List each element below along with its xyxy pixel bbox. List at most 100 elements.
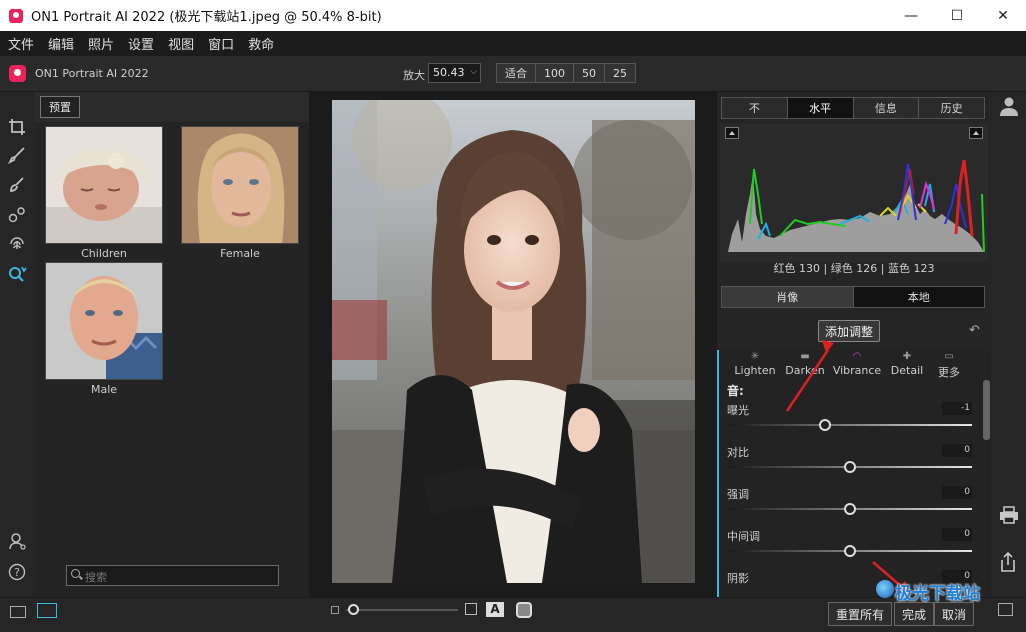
add-adjustment-button[interactable]: 添加调整 <box>818 320 881 342</box>
preset-thumbnail <box>181 126 299 244</box>
watermark-logo-icon <box>876 580 894 598</box>
slider-value[interactable]: -1 <box>942 402 972 415</box>
slider-handle[interactable] <box>843 461 856 473</box>
reset-all-button[interactable]: 重置所有 <box>828 602 893 626</box>
close-button[interactable]: ✕ <box>980 0 1026 31</box>
quick-more-button[interactable]: ▭ 更多 <box>919 352 979 380</box>
slider-highlights[interactable]: 强调 0 <box>727 486 972 526</box>
menu-file[interactable]: 文件 <box>8 34 34 53</box>
slider-exposure[interactable]: 曝光 -1 <box>727 402 972 442</box>
zoom-value: 50.43 <box>433 66 465 79</box>
quick-label: Darken <box>785 364 825 377</box>
slider-handle[interactable] <box>843 545 856 557</box>
crop-icon[interactable] <box>8 118 26 136</box>
section-label-tone: 音: <box>727 384 744 398</box>
menu-edit[interactable]: 编辑 <box>48 34 74 53</box>
tab-local[interactable]: 本地 <box>853 287 984 307</box>
quick-darken-button[interactable]: ▬ Darken <box>775 351 835 378</box>
preset-caption: Female <box>220 247 260 260</box>
slider-value[interactable]: 0 <box>942 444 972 457</box>
compare-icon[interactable]: A <box>486 602 504 617</box>
cancel-button[interactable]: 取消 <box>934 602 975 626</box>
preset-card-children[interactable]: Children <box>45 126 163 260</box>
portrait-module-icon[interactable] <box>999 96 1019 121</box>
presets-tab[interactable]: 预置 <box>40 96 80 118</box>
toggle-right-panel-icon[interactable] <box>998 603 1013 616</box>
bottom-bar: A 重置所有 完成 取消 <box>0 597 1026 632</box>
circles-icon[interactable] <box>8 206 26 224</box>
toggle-left-panel-icon[interactable] <box>10 606 26 618</box>
slider-value[interactable]: 0 <box>942 486 972 499</box>
preset-caption: Children <box>81 247 127 260</box>
zoom-fit-button[interactable]: 适合 <box>496 63 536 83</box>
zoom-label: 放大 <box>403 69 425 82</box>
zoom-100-button[interactable]: 100 <box>535 63 574 83</box>
quick-label: Vibrance <box>832 364 882 377</box>
tool-strip: ? <box>0 92 34 597</box>
zoom-50-button[interactable]: 50 <box>573 63 605 83</box>
slider-label: 曝光 <box>727 404 749 417</box>
panel-tabs: 不 水平 信息 历史 <box>721 97 985 119</box>
search-icon <box>71 569 80 578</box>
zoom-select[interactable]: 50.43 ⌵ <box>428 63 481 83</box>
tab-portrait[interactable]: 肖像 <box>722 287 854 307</box>
darken-icon: ▬ <box>800 351 810 362</box>
zoom-25-button[interactable]: 25 <box>604 63 636 83</box>
preset-card-male[interactable]: Male <box>45 262 163 396</box>
preset-search-input[interactable]: 搜索 <box>66 565 279 586</box>
search-placeholder: 搜索 <box>85 571 107 584</box>
tab-levels[interactable]: 水平 <box>787 98 854 118</box>
preset-caption: Male <box>90 383 118 396</box>
right-panel: 不 水平 信息 历史 红色 130 | 绿色 126 | 蓝色 123 肖像 本… <box>717 92 991 597</box>
panel-scrollbar[interactable] <box>983 380 990 440</box>
slider-handle[interactable] <box>819 419 831 431</box>
menu-settings[interactable]: 设置 <box>128 34 154 53</box>
slider-track[interactable] <box>727 424 972 426</box>
tab-history[interactable]: 历史 <box>919 98 984 118</box>
tab-info[interactable]: 信息 <box>853 98 920 118</box>
retouch-brush-icon[interactable] <box>8 176 26 194</box>
presets-panel: 预置 Children Female Male 搜索 <box>34 92 309 597</box>
slider-label: 对比 <box>727 446 749 459</box>
share-export-icon[interactable] <box>999 551 1017 577</box>
quick-label: 更多 <box>938 366 960 379</box>
tab-navigator[interactable]: 不 <box>722 98 788 118</box>
menu-help[interactable]: 救命 <box>248 34 274 53</box>
slider-label: 强调 <box>727 488 749 501</box>
quick-label: Lighten <box>734 364 776 377</box>
rgb-readout: 红色 130 | 绿色 126 | 蓝色 123 <box>773 262 935 275</box>
brush-icon[interactable] <box>7 146 26 165</box>
minimize-button[interactable]: — <box>888 0 934 31</box>
app-window: ON1 Portrait AI 2022 (极光下载站1.jpeg @ 50.4… <box>0 0 1026 632</box>
presets-header: 预置 <box>34 92 309 122</box>
menu-window[interactable]: 窗口 <box>208 34 234 53</box>
size-slider-track[interactable] <box>346 609 458 611</box>
slider-label: 阴影 <box>727 572 749 585</box>
slider-midtones[interactable]: 中间调 0 <box>727 528 972 568</box>
maximize-button[interactable]: ☐ <box>934 0 980 31</box>
toggle-presets-panel-icon[interactable] <box>37 603 57 618</box>
print-icon[interactable] <box>999 506 1019 529</box>
preset-card-female[interactable]: Female <box>181 126 299 260</box>
preset-thumbnail <box>45 126 163 244</box>
reset-icon[interactable]: ↶ <box>969 323 980 338</box>
menu-photo[interactable]: 照片 <box>88 34 114 53</box>
module-strip <box>991 92 1026 597</box>
preview-toggle-icon[interactable] <box>516 602 532 618</box>
image-canvas[interactable] <box>309 92 717 597</box>
thumbnail-small-icon[interactable] <box>331 606 339 614</box>
window-title: ON1 Portrait AI 2022 (极光下载站1.jpeg @ 50.4… <box>31 10 382 25</box>
svg-text:?: ? <box>14 566 20 579</box>
size-slider-handle[interactable] <box>348 604 359 615</box>
face-search-icon[interactable] <box>8 265 27 283</box>
adjustments-panel: ✳ Lighten ▬ Darken ◠ Vibrance ✚ Detail ▭ 更多 音… <box>717 350 991 597</box>
fingerprint-icon[interactable] <box>8 234 26 252</box>
person-outline-icon[interactable] <box>8 532 26 550</box>
done-button[interactable]: 完成 <box>894 602 935 626</box>
menu-view[interactable]: 视图 <box>168 34 194 53</box>
slider-value[interactable]: 0 <box>942 528 972 541</box>
slider-contrast[interactable]: 对比 0 <box>727 444 972 484</box>
slider-handle[interactable] <box>843 503 856 515</box>
thumbnail-large-icon[interactable] <box>465 603 477 615</box>
help-icon[interactable]: ? <box>8 563 26 581</box>
